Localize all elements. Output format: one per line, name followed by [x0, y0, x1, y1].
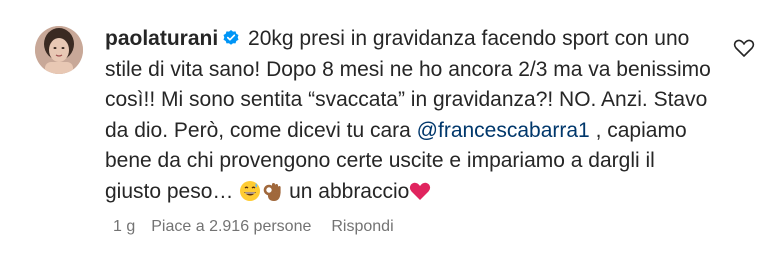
likes-count[interactable]: Piace a 2.916 persone: [151, 218, 311, 236]
red-heart-emoji: [409, 180, 431, 211]
comment-age[interactable]: 1 g: [113, 218, 135, 236]
verified-badge-icon: [222, 26, 240, 45]
avatar[interactable]: [35, 26, 83, 74]
mention-link[interactable]: @francescabarra1: [417, 119, 590, 142]
comment-body: paolaturani 20kg presi in gravidanza fac…: [105, 24, 715, 211]
comment-text-end: un abbraccio: [283, 179, 410, 203]
username[interactable]: paolaturani: [105, 27, 218, 50]
reply-button[interactable]: Rispondi: [331, 218, 393, 236]
grinning-sweat-emoji: [239, 180, 261, 212]
ok-hand-emoji: [261, 180, 283, 212]
heart-outline-icon[interactable]: [733, 38, 755, 58]
comment-meta: 1 g Piace a 2.916 persone Rispondi: [113, 218, 414, 236]
avatar-image: [35, 26, 83, 74]
comment: paolaturani 20kg presi in gravidanza fac…: [0, 0, 767, 266]
